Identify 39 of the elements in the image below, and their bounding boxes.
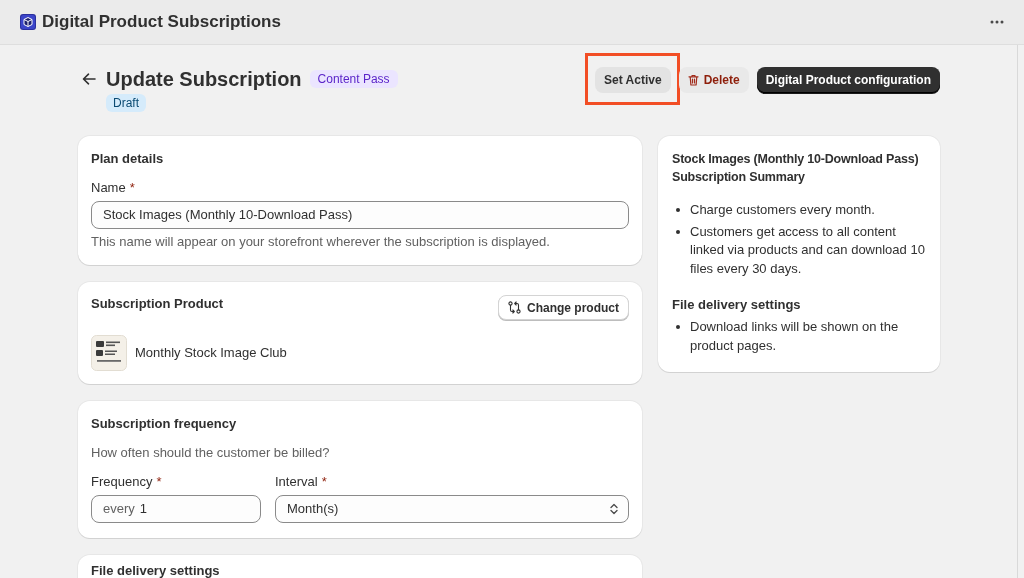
required-mark: * <box>156 473 162 491</box>
field-label: Name <box>91 179 126 197</box>
required-mark: * <box>129 179 135 197</box>
frequency-field[interactable]: every 1 <box>91 495 261 523</box>
product-thumbnail-drawing <box>91 335 127 371</box>
page-title: Update Subscription <box>106 67 302 91</box>
summary-item: Customers get access to all content linked via products and can download 10 files every 30 days. <box>690 222 926 278</box>
card-title: Subscription frequency <box>91 415 238 433</box>
trash-icon <box>687 74 699 86</box>
description-text: How often should the customer be billed? <box>91 444 331 462</box>
summary-title: Stock Images (Monthly 10-Download Pass) Subscription Summary <box>672 151 920 186</box>
app-title: Digital Product Subscriptions <box>42 11 281 33</box>
card-title: Plan details <box>91 150 165 168</box>
name-field[interactable]: Stock Images (Monthly 10-Download Pass) <box>91 201 629 229</box>
card-title: File delivery settings <box>91 564 221 578</box>
card-title: Subscription Product <box>91 295 224 313</box>
app-logo-icon <box>20 14 36 30</box>
back-arrow-icon <box>82 73 96 85</box>
product-name: Monthly Stock Image Club <box>135 344 287 362</box>
field-label: Frequency <box>91 473 153 491</box>
change-product-button[interactable]: Change product <box>498 295 629 320</box>
action-button[interactable]: Delete <box>678 67 749 93</box>
summary-item: Download links will be shown on the product pages. <box>690 318 900 355</box>
help-text: This name will appear on your storefront wherever the subscription is displayed. <box>91 233 551 251</box>
interval-select[interactable]: Month(s) <box>275 495 629 523</box>
summary-section-title: File delivery settings <box>672 296 802 314</box>
status-badge: Draft <box>106 94 146 112</box>
bullet-icon <box>676 229 680 234</box>
more-icon[interactable] <box>990 20 1004 24</box>
required-mark: * <box>321 473 327 491</box>
action-button[interactable]: Set Active <box>595 67 671 93</box>
field-label: Interval <box>275 473 318 491</box>
bullet-icon <box>676 325 680 329</box>
swap-arrows-icon <box>508 301 521 314</box>
action-button[interactable]: Digital Product configuration <box>756 67 940 93</box>
summary-item: Charge customers every month. <box>690 201 875 219</box>
bullet-icon <box>676 208 680 212</box>
chevron-updown-icon <box>610 503 618 515</box>
tag-badge: Content Pass <box>309 70 398 88</box>
